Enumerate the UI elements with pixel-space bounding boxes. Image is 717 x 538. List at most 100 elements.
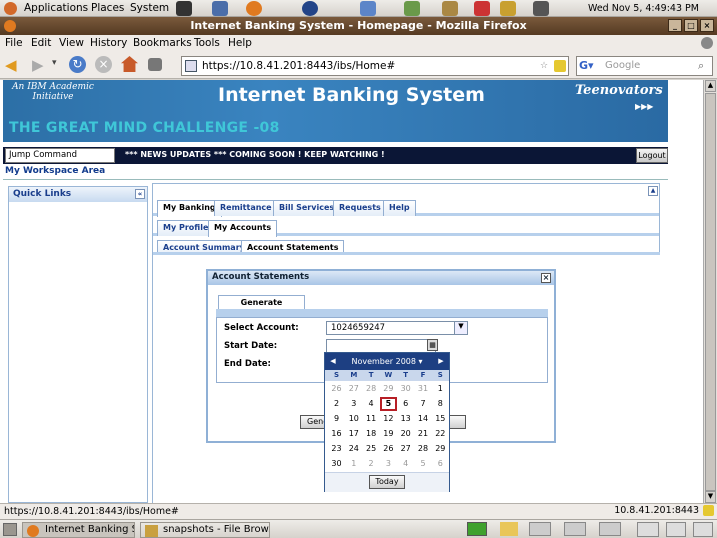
- secure-lock-icon[interactable]: [554, 60, 566, 72]
- calendar-day[interactable]: 3: [345, 397, 362, 411]
- calendar-day[interactable]: 26: [380, 442, 397, 456]
- scroll-thumb[interactable]: [705, 93, 716, 491]
- menu-history[interactable]: History: [90, 37, 127, 49]
- clock[interactable]: Wed Nov 5, 4:49:43 PM: [588, 3, 699, 14]
- calendar-day[interactable]: 24: [345, 442, 362, 456]
- calendar-day[interactable]: 1: [345, 457, 362, 471]
- scroll-down-icon[interactable]: ▼: [705, 491, 716, 503]
- calendar-day[interactable]: 26: [328, 382, 345, 396]
- home-icon[interactable]: [121, 56, 138, 72]
- menu-applications[interactable]: Applications: [24, 2, 88, 14]
- calendar-day[interactable]: 27: [345, 382, 362, 396]
- task-firefox[interactable]: Internet Banking Sys...: [22, 522, 135, 538]
- calendar-day[interactable]: 6: [432, 457, 449, 471]
- firefox-window-icon[interactable]: [4, 20, 16, 32]
- calendar-day[interactable]: 17: [345, 427, 362, 441]
- menu-edit[interactable]: Edit: [31, 37, 51, 49]
- month-selector[interactable]: November 2008 ▾: [351, 357, 422, 366]
- calendar-day[interactable]: 13: [397, 412, 414, 426]
- task-file-browser[interactable]: snapshots - File Brow...: [140, 522, 270, 538]
- logout-button[interactable]: Logout: [636, 148, 668, 163]
- tab-remittance[interactable]: Remittance: [214, 200, 278, 216]
- url-text[interactable]: https://10.8.41.201:8443/ibs/Home#: [202, 60, 395, 72]
- calendar-day[interactable]: 23: [328, 442, 345, 456]
- workspace-4-icon[interactable]: [599, 522, 621, 536]
- calendar-day[interactable]: 7: [415, 397, 432, 411]
- menu-help[interactable]: Help: [228, 37, 252, 49]
- close-icon[interactable]: ×: [700, 19, 714, 32]
- forward-icon[interactable]: ▶: [32, 56, 44, 74]
- monitor-icon[interactable]: [533, 1, 549, 16]
- workspace-2-icon[interactable]: [529, 522, 551, 536]
- start-date-input[interactable]: [326, 339, 436, 353]
- tab-my-accounts[interactable]: My Accounts: [208, 220, 278, 237]
- calendar-day[interactable]: 20: [397, 427, 414, 441]
- calendar-day[interactable]: 11: [363, 412, 380, 426]
- scroll-up-icon[interactable]: ▲: [705, 80, 716, 92]
- tab-my-banking[interactable]: My Banking: [157, 200, 222, 217]
- minimize-icon[interactable]: _: [668, 19, 682, 32]
- calendar-day[interactable]: 30: [397, 382, 414, 396]
- history-dropdown-icon[interactable]: ▾: [52, 58, 57, 68]
- text-editor-icon[interactable]: [212, 1, 228, 16]
- account-select[interactable]: 1024659247: [326, 321, 468, 335]
- show-desktop-icon[interactable]: [3, 523, 17, 536]
- calendar-day[interactable]: 31: [415, 382, 432, 396]
- prev-month-icon[interactable]: ◀: [327, 353, 339, 370]
- status-lock-icon[interactable]: [703, 505, 714, 516]
- calendar-day[interactable]: 25: [363, 442, 380, 456]
- calendar-day[interactable]: 16: [328, 427, 345, 441]
- workspace-1-icon[interactable]: [467, 522, 487, 536]
- chevron-down-icon[interactable]: ▼: [454, 322, 467, 334]
- tab-help[interactable]: Help: [383, 200, 416, 216]
- tab-bill-services[interactable]: Bill Services: [273, 200, 341, 216]
- menu-view[interactable]: View: [59, 37, 84, 49]
- mail-icon[interactable]: [500, 1, 516, 16]
- search-icon[interactable]: ⌕: [698, 59, 704, 73]
- calendar-day[interactable]: 3: [380, 457, 397, 471]
- network-icon[interactable]: [302, 1, 318, 16]
- tab-requests[interactable]: Requests: [333, 200, 387, 216]
- trash-icon[interactable]: [693, 522, 713, 537]
- calendar-day[interactable]: 30: [328, 457, 345, 471]
- url-bar[interactable]: https://10.8.41.201:8443/ibs/Home# ☆: [181, 56, 569, 76]
- search-bar[interactable]: G▾ Google ⌕: [576, 56, 713, 76]
- firefox-tray-icon[interactable]: [637, 522, 659, 537]
- calendar-day[interactable]: 28: [415, 442, 432, 456]
- calendar-day[interactable]: 29: [432, 442, 449, 456]
- vertical-scrollbar[interactable]: ▲ ▼: [703, 80, 717, 503]
- calendar-day[interactable]: 12: [380, 412, 397, 426]
- package-icon[interactable]: [442, 1, 458, 16]
- calendar-icon[interactable]: ▦: [427, 339, 438, 351]
- window-tray-icon[interactable]: [666, 522, 686, 537]
- calendar-day[interactable]: 21: [415, 427, 432, 441]
- calendar-day[interactable]: 15: [432, 412, 449, 426]
- workspace-3-icon[interactable]: [564, 522, 586, 536]
- terminal-icon[interactable]: [176, 1, 192, 16]
- calendar-day[interactable]: 29: [380, 382, 397, 396]
- jump-command-input[interactable]: Jump Command: [5, 148, 115, 163]
- firefox-icon[interactable]: [246, 1, 262, 16]
- calendar-day[interactable]: 1: [432, 382, 449, 396]
- calendar-day[interactable]: 9: [328, 412, 345, 426]
- calendar-day[interactable]: 4: [363, 397, 380, 411]
- calendar-day[interactable]: 27: [397, 442, 414, 456]
- calendar-day[interactable]: 18: [363, 427, 380, 441]
- calendar-day[interactable]: 6: [397, 397, 414, 411]
- menu-places[interactable]: Places: [91, 2, 124, 14]
- calendar-day-today[interactable]: 5: [379, 397, 397, 411]
- calendar-day[interactable]: 10: [345, 412, 362, 426]
- ubuntu-logo-icon[interactable]: [4, 2, 17, 15]
- menu-bookmarks[interactable]: Bookmarks: [133, 37, 192, 49]
- calendar-day[interactable]: 2: [363, 457, 380, 471]
- calendar-day[interactable]: 4: [397, 457, 414, 471]
- stop-icon[interactable]: ×: [95, 56, 112, 73]
- back-icon[interactable]: ◀: [5, 56, 17, 74]
- reload-icon[interactable]: ↻: [69, 56, 86, 73]
- calendar-day[interactable]: 14: [415, 412, 432, 426]
- calendar-day[interactable]: 2: [328, 397, 345, 411]
- menu-file[interactable]: File: [5, 37, 23, 49]
- folder-icon[interactable]: [500, 522, 518, 536]
- book-icon[interactable]: [404, 1, 420, 16]
- bookmark-star-icon[interactable]: ☆: [540, 61, 548, 71]
